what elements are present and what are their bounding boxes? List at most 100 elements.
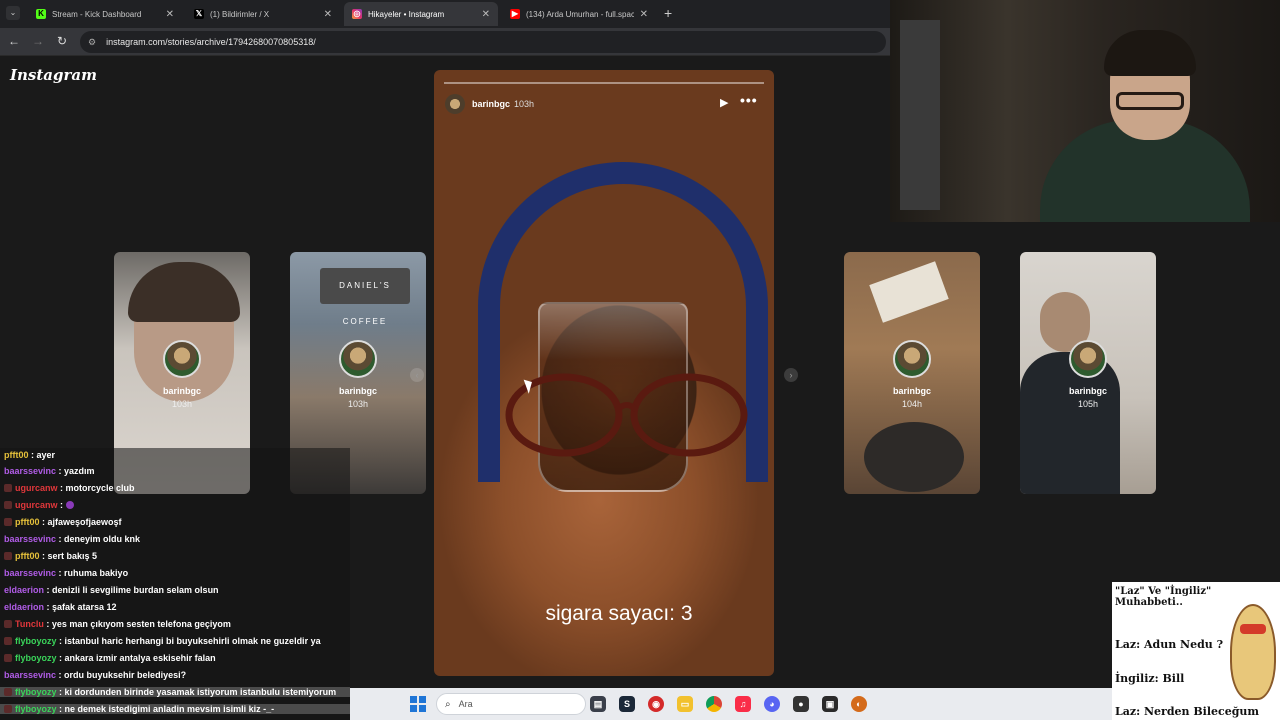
webcam-overlay: [890, 0, 1280, 222]
taskbar-search[interactable]: ⌕ Ara: [436, 693, 586, 715]
chat-username: flyboyozy: [15, 687, 57, 697]
chat-message: baarssevinc : ruhuma bakiyo: [4, 568, 129, 578]
instagram-logo[interactable]: Instagram: [10, 66, 97, 84]
tab-title: (134) Arda Umurhan - full.spac: [526, 9, 634, 19]
close-tab-icon[interactable]: ✕: [324, 9, 332, 20]
chat-text: ki dordunden birinde yasamak istiyorum i…: [64, 687, 337, 697]
chat-username: pfft00: [4, 450, 29, 460]
search-icon: ⌕: [445, 698, 451, 710]
tab-x-notifications[interactable]: 𝕏 (1) Bildirimler / X ✕: [186, 2, 340, 26]
streamer-glasses: [1116, 92, 1184, 110]
story-time: 104h: [901, 399, 923, 409]
obs-icon[interactable]: ●: [793, 696, 809, 712]
chat-username: Tunclu: [15, 619, 44, 629]
play-icon[interactable]: ▶: [720, 96, 728, 109]
chat-username: baarssevinc: [4, 534, 57, 544]
chat-username: baarssevinc: [4, 568, 57, 578]
story-username: barinbgc: [162, 386, 201, 396]
tab-search-dropdown-icon[interactable]: ⌄: [6, 6, 20, 20]
tab-kick-dashboard[interactable]: K Stream - Kick Dashboard ✕: [28, 2, 182, 26]
badge-icon: [4, 705, 12, 713]
current-story[interactable]: barinbgc 103h ▶ ••• sigara sayacı: 3: [434, 70, 774, 676]
chair-image: [900, 20, 940, 210]
badge-icon: [4, 484, 12, 492]
task-view-icon[interactable]: ▤: [590, 696, 606, 712]
chat-message: baarssevinc : ordu buyuksehir belediyesi…: [4, 670, 187, 680]
chat-username: ugurcanw: [15, 500, 58, 510]
discord-icon[interactable]: ◕: [764, 696, 780, 712]
story-time: 103h: [171, 399, 193, 409]
close-tab-icon[interactable]: ✕: [166, 9, 174, 20]
steam-icon[interactable]: S: [619, 696, 635, 712]
tab-title: Hikayeler • Instagram: [368, 9, 445, 19]
chat-message: baarssevinc : yazdım: [4, 466, 95, 476]
windows-taskbar: ⌕ Ara ▤ S ◉ ▭ ♫ ◕ ● ▣ ◐: [350, 688, 1112, 720]
instagram-icon: ◎: [352, 9, 362, 19]
site-info-icon[interactable]: ⚙: [88, 37, 96, 48]
badge-icon: [4, 518, 12, 526]
chat-text: ruhuma bakiyo: [64, 568, 129, 578]
badge-icon: [4, 637, 12, 645]
youtube-icon: ▶: [510, 9, 520, 19]
story-username: barinbgc: [338, 386, 377, 396]
avatar: [893, 340, 931, 378]
app-icon[interactable]: ◐: [851, 696, 867, 712]
x-icon: 𝕏: [194, 9, 204, 19]
badge-icon: [4, 552, 12, 560]
music-icon[interactable]: ♫: [735, 696, 751, 712]
previous-story-icon[interactable]: ‹: [410, 368, 424, 382]
app-icon[interactable]: ▣: [822, 696, 838, 712]
chat-text: sert bakış 5: [47, 551, 98, 561]
avatar: [1069, 340, 1107, 378]
chat-message: eldaerion : şafak atarsa 12: [4, 602, 117, 612]
tab-youtube[interactable]: ▶ (134) Arda Umurhan - full.spac ✕: [502, 2, 656, 26]
emote-icon: [65, 501, 74, 509]
avatar: [339, 340, 377, 378]
chat-username: pfft00: [15, 551, 40, 561]
close-tab-icon[interactable]: ✕: [640, 9, 648, 20]
stream-chat: pfft00 : ayer baarssevinc : yazdım ugurc…: [0, 448, 350, 720]
chat-message: flyboyozy : ki dordunden birinde yasamak…: [0, 687, 350, 697]
new-tab-icon[interactable]: +: [664, 5, 672, 21]
chat-text: şafak atarsa 12: [52, 602, 117, 612]
file-explorer-icon[interactable]: ▭: [677, 696, 693, 712]
badge-icon: [4, 620, 12, 628]
browser-tab-bar: ⌄ K Stream - Kick Dashboard ✕ 𝕏 (1) Bild…: [0, 0, 890, 28]
chat-username: flyboyozy: [15, 704, 57, 714]
next-story-icon[interactable]: ›: [784, 368, 798, 382]
windows-start-icon[interactable]: [410, 696, 426, 712]
kick-icon: K: [36, 9, 46, 19]
chat-text: ankara izmir antalya eskisehir falan: [64, 653, 216, 663]
story-thumb[interactable]: barinbgc 104h: [844, 252, 980, 494]
address-bar[interactable]: ⚙ instagram.com/stories/archive/17942680…: [80, 31, 886, 53]
forward-icon[interactable]: →: [30, 34, 46, 48]
app-icon[interactable]: ◉: [648, 696, 664, 712]
chat-message: baarssevinc : deneyim oldu knk: [4, 534, 141, 544]
cartoon-dog-image: [1230, 604, 1276, 700]
meme-line: Laz: Adun Nedu ?: [1115, 638, 1224, 651]
browser-toolbar: ← → ↻ ⚙ instagram.com/stories/archive/17…: [0, 28, 890, 56]
chat-username: baarssevinc: [4, 466, 57, 476]
chat-text: istanbul haric herhangi bi buyuksehirli …: [64, 636, 321, 646]
story-username: barinbgc: [892, 386, 931, 396]
tab-instagram-stories[interactable]: ◎ Hikayeler • Instagram ✕: [344, 2, 498, 26]
chat-text: denizli li sevgilime burdan selam olsun: [52, 585, 219, 595]
avatar[interactable]: [445, 94, 465, 114]
story-time: 103h: [347, 399, 369, 409]
close-tab-icon[interactable]: ✕: [482, 9, 490, 20]
story-thumb[interactable]: barinbgc 105h: [1020, 252, 1156, 494]
story-username[interactable]: barinbgc: [472, 99, 510, 109]
shop-sign: DANIEL'S COFFEE: [320, 268, 410, 326]
more-options-icon[interactable]: •••: [740, 92, 758, 108]
chat-message: flyboyozy : istanbul haric herhangi bi b…: [4, 636, 321, 646]
chat-username: flyboyozy: [15, 636, 57, 646]
chat-message: eldaerion : denizli li sevgilime burdan …: [4, 585, 219, 595]
badge-icon: [4, 501, 12, 509]
chat-text: ordu buyuksehir belediyesi?: [64, 670, 187, 680]
chrome-icon[interactable]: [706, 696, 722, 712]
chat-username: ugurcanw: [15, 483, 58, 493]
meme-line: Laz: Nerden Bileceğum: [1115, 705, 1260, 718]
back-icon[interactable]: ←: [6, 34, 22, 48]
chat-text: ne demek istedigimi anladin mevsim isiml…: [64, 704, 275, 714]
reload-icon[interactable]: ↻: [54, 34, 70, 48]
